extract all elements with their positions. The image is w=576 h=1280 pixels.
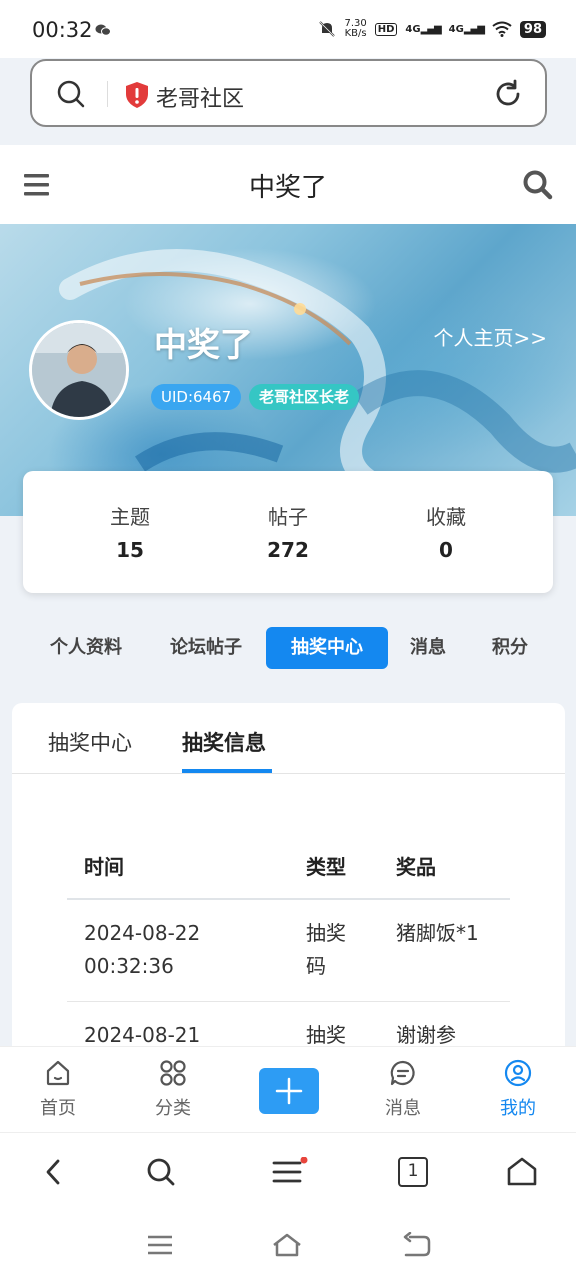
user-icon: [504, 1059, 532, 1087]
profile-tabs: 个人资料 论坛帖子 抽奖中心 消息 积分: [0, 627, 576, 669]
hd-icon: HD: [374, 22, 398, 36]
nav-label: 首页: [40, 1098, 76, 1119]
wifi-icon: [492, 21, 512, 37]
new-post-button[interactable]: [259, 1068, 319, 1114]
status-time: 00:32: [32, 18, 93, 42]
tab-lottery-center[interactable]: 抽奖中心: [266, 627, 388, 669]
page-title: 中奖了: [248, 173, 327, 203]
stat-value: 272: [267, 538, 309, 562]
tab-profile-info[interactable]: 个人资料: [40, 627, 132, 669]
nav-label: 我的: [500, 1098, 536, 1119]
signal-4g-icon-2: 4G▂▄▆: [448, 23, 485, 35]
nav-label: 分类: [155, 1098, 191, 1119]
divider: [67, 1001, 510, 1002]
nav-messages[interactable]: 消息: [363, 1059, 443, 1120]
address-divider: [107, 81, 108, 107]
uid-badge: UID:6467: [151, 384, 242, 410]
system-nav-bar: [0, 1218, 576, 1280]
battery-icon: 98: [519, 20, 546, 38]
stat-posts[interactable]: 帖子 272: [228, 501, 348, 562]
column-header-type: 类型: [306, 855, 346, 879]
table-cell-prize: 猪脚饭*1: [396, 921, 479, 945]
tab-forum-posts[interactable]: 论坛帖子: [160, 627, 252, 669]
stat-topics[interactable]: 主题 15: [70, 501, 190, 562]
avatar[interactable]: [29, 320, 129, 420]
browser-toolbar: 1: [0, 1132, 576, 1218]
status-indicators: 7.30 KB/s HD 4G▂▄▆ 4G▂▄▆ 98: [318, 19, 546, 39]
nav-me[interactable]: 我的: [478, 1059, 558, 1120]
back-icon[interactable]: [40, 1157, 68, 1187]
lottery-panel: 抽奖中心 抽奖信息 时间 类型 奖品 2024-08-22 00:32:36 抽…: [12, 703, 565, 1063]
tab-lottery-center-sub[interactable]: 抽奖中心: [48, 727, 132, 757]
search-icon[interactable]: [522, 169, 554, 201]
stats-card: 主题 15 帖子 272 收藏 0: [23, 471, 553, 593]
menu-icon[interactable]: [272, 1157, 308, 1187]
plus-icon: [275, 1077, 303, 1105]
recent-apps-icon[interactable]: [146, 1232, 174, 1258]
tab-lottery-info[interactable]: 抽奖信息: [182, 727, 266, 757]
back-icon[interactable]: [402, 1232, 432, 1258]
nav-label: 消息: [385, 1098, 421, 1119]
net-speed: 7.30 KB/s: [344, 18, 367, 39]
tab-messages[interactable]: 消息: [402, 627, 454, 669]
rank-badge: 老哥社区长老: [249, 384, 360, 410]
wechat-icon: [95, 24, 111, 36]
search-icon[interactable]: [56, 79, 86, 109]
grid-icon: [160, 1060, 186, 1086]
home-icon[interactable]: [506, 1157, 538, 1187]
username: 中奖了: [154, 325, 253, 364]
tabs-counter-button[interactable]: 1: [398, 1157, 428, 1187]
mute-bell-icon: [319, 21, 336, 37]
message-icon: [390, 1060, 415, 1086]
divider: [67, 898, 510, 900]
divider: [12, 773, 565, 774]
stat-value: 15: [116, 538, 144, 562]
tab-points[interactable]: 积分: [484, 627, 536, 669]
app-bottom-nav: 首页 分类 消息 我的: [0, 1046, 576, 1132]
home-icon[interactable]: [271, 1232, 303, 1258]
avatar-image: [32, 323, 126, 417]
stat-label: 主题: [110, 505, 150, 529]
search-icon[interactable]: [146, 1157, 176, 1187]
home-icon: [46, 1060, 70, 1086]
stat-label: 收藏: [426, 505, 466, 529]
column-header-prize: 奖品: [396, 855, 436, 879]
nav-home[interactable]: 首页: [18, 1059, 98, 1120]
table-cell-type: 抽奖 码: [306, 921, 346, 978]
stat-value: 0: [439, 538, 453, 562]
nav-categories[interactable]: 分类: [133, 1059, 213, 1120]
shield-icon[interactable]: [124, 81, 150, 109]
reload-icon[interactable]: [493, 79, 523, 109]
status-bar: 00:32 7.30 KB/s HD 4G▂▄▆ 4G▂▄▆ 98: [0, 0, 576, 58]
column-header-time: 时间: [84, 855, 124, 879]
profile-home-link[interactable]: 个人主页>>: [433, 322, 547, 351]
signal-4g-icon: 4G▂▄▆: [405, 23, 441, 35]
site-header: 中奖了: [0, 145, 576, 224]
table-cell-time: 2024-08-22 00:32:36: [84, 921, 201, 978]
stat-favorites[interactable]: 收藏 0: [386, 501, 506, 562]
address-bar[interactable]: 老哥社区: [30, 59, 547, 127]
stat-label: 帖子: [268, 505, 308, 529]
address-text[interactable]: 老哥社区: [156, 81, 244, 113]
